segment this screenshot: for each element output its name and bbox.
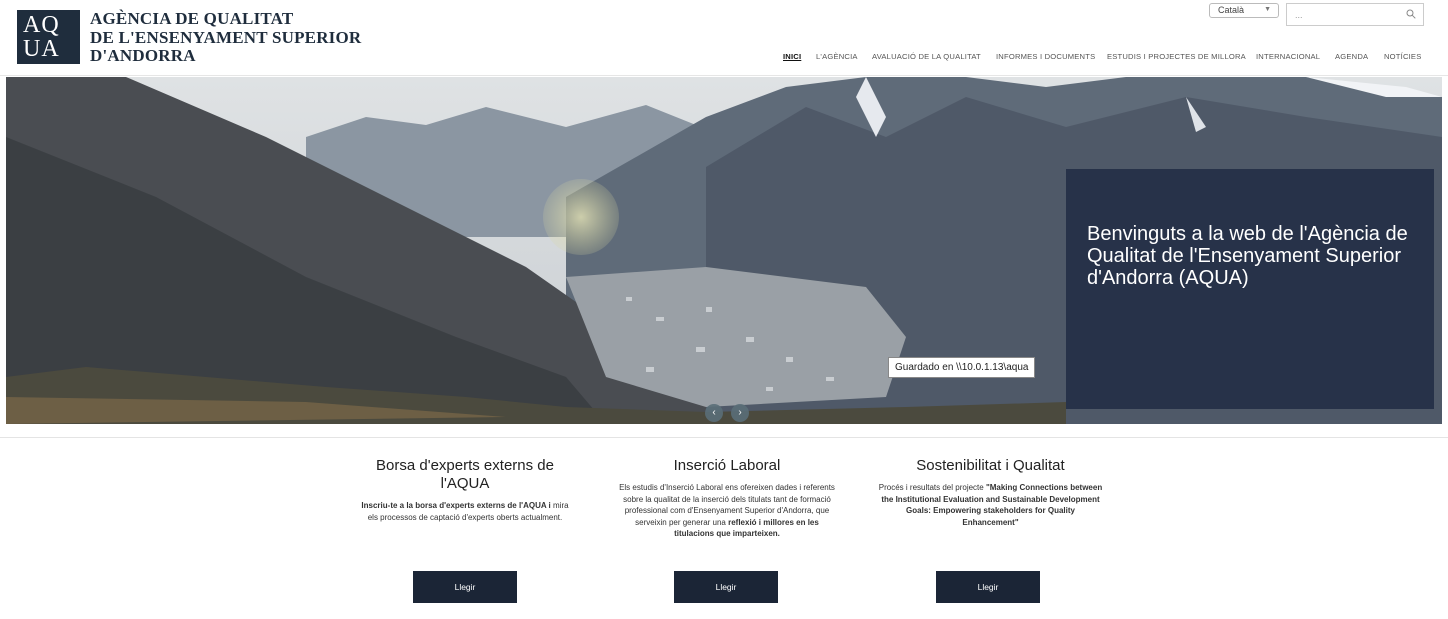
card-experts: Borsa d'experts externs de l'AQUA Inscri… — [360, 457, 570, 523]
nav-item-noticies[interactable]: NOTÍCIES — [1384, 52, 1421, 61]
hero-slider: Benvinguts a la web de l'Agència de Qual… — [6, 77, 1442, 424]
nav-item-estudis[interactable]: ESTUDIS I PROJECTES DE MILLORA — [1107, 52, 1246, 61]
card-experts-body: Inscriu-te a la borsa d'experts externs … — [360, 500, 570, 523]
card-experts-read-button[interactable]: Llegir — [413, 571, 517, 603]
logo-text-line2: DE L'ENSENYAMENT SUPERIOR — [90, 27, 362, 47]
section-divider — [0, 437, 1448, 438]
nav-item-internacional[interactable]: INTERNACIONAL — [1256, 52, 1320, 61]
nav-item-avaluacio[interactable]: AVALUACIÓ DE LA QUALITAT — [872, 52, 981, 61]
card-insercio-body: Els estudis d'Inserció Laboral ens ofere… — [618, 482, 836, 540]
card-sostenibilitat-read-button[interactable]: Llegir — [936, 571, 1040, 603]
file-path-tooltip: Guardado en \\10.0.1.13\aqua — [888, 357, 1036, 378]
search-placeholder: ... — [1295, 10, 1303, 20]
nav-item-informes[interactable]: INFORMES I DOCUMENTS — [996, 52, 1095, 61]
card-insercio-title: Inserció Laboral — [673, 457, 781, 474]
card-experts-body-bold: Inscriu-te a la borsa d'experts externs … — [361, 501, 551, 510]
chevron-down-icon: ▼ — [1264, 6, 1271, 13]
language-select[interactable]: Català ▼ — [1209, 3, 1279, 18]
card-sostenibilitat: Sostenibilitat i Qualitat Procés i resul… — [878, 457, 1103, 528]
card-experts-title: Borsa d'experts externs de l'AQUA — [376, 457, 554, 492]
card-sostenibilitat-body: Procés i resultats del projecte "Making … — [878, 482, 1103, 528]
nav-item-agencia[interactable]: L'AGÈNCIA — [816, 52, 858, 61]
language-select-value: Català — [1218, 5, 1245, 15]
hero-caption: Benvinguts a la web de l'Agència de Qual… — [1087, 223, 1408, 289]
chevron-right-icon[interactable]: › — [731, 404, 749, 422]
card-insercio: Inserció Laboral Els estudis d'Inserció … — [618, 457, 836, 540]
card-sostenibilitat-body-plain: Procés i resultats del projecte — [878, 483, 984, 492]
nav-item-inici[interactable]: INICI — [783, 52, 801, 61]
chevron-left-icon[interactable]: ‹ — [705, 404, 723, 422]
search-icon[interactable] — [1406, 9, 1416, 19]
nav-item-agenda[interactable]: AGENDA — [1335, 52, 1368, 61]
site-header: AQ UA AGÈNCIA DE QUALITAT DE L'ENSENYAME… — [0, 0, 1448, 76]
card-sostenibilitat-title: Sostenibilitat i Qualitat — [916, 457, 1065, 474]
main-nav: INICI L'AGÈNCIA AVALUACIÓ DE LA QUALITAT… — [0, 52, 1448, 66]
logo-mark-line1: AQ — [23, 12, 60, 38]
card-insercio-read-button[interactable]: Llegir — [674, 571, 778, 603]
search-input[interactable]: ... — [1286, 3, 1424, 26]
logo-text-line1: AGÈNCIA DE QUALITAT — [90, 9, 294, 28]
hero-caption-box: Benvinguts a la web de l'Agència de Qual… — [1066, 169, 1434, 409]
